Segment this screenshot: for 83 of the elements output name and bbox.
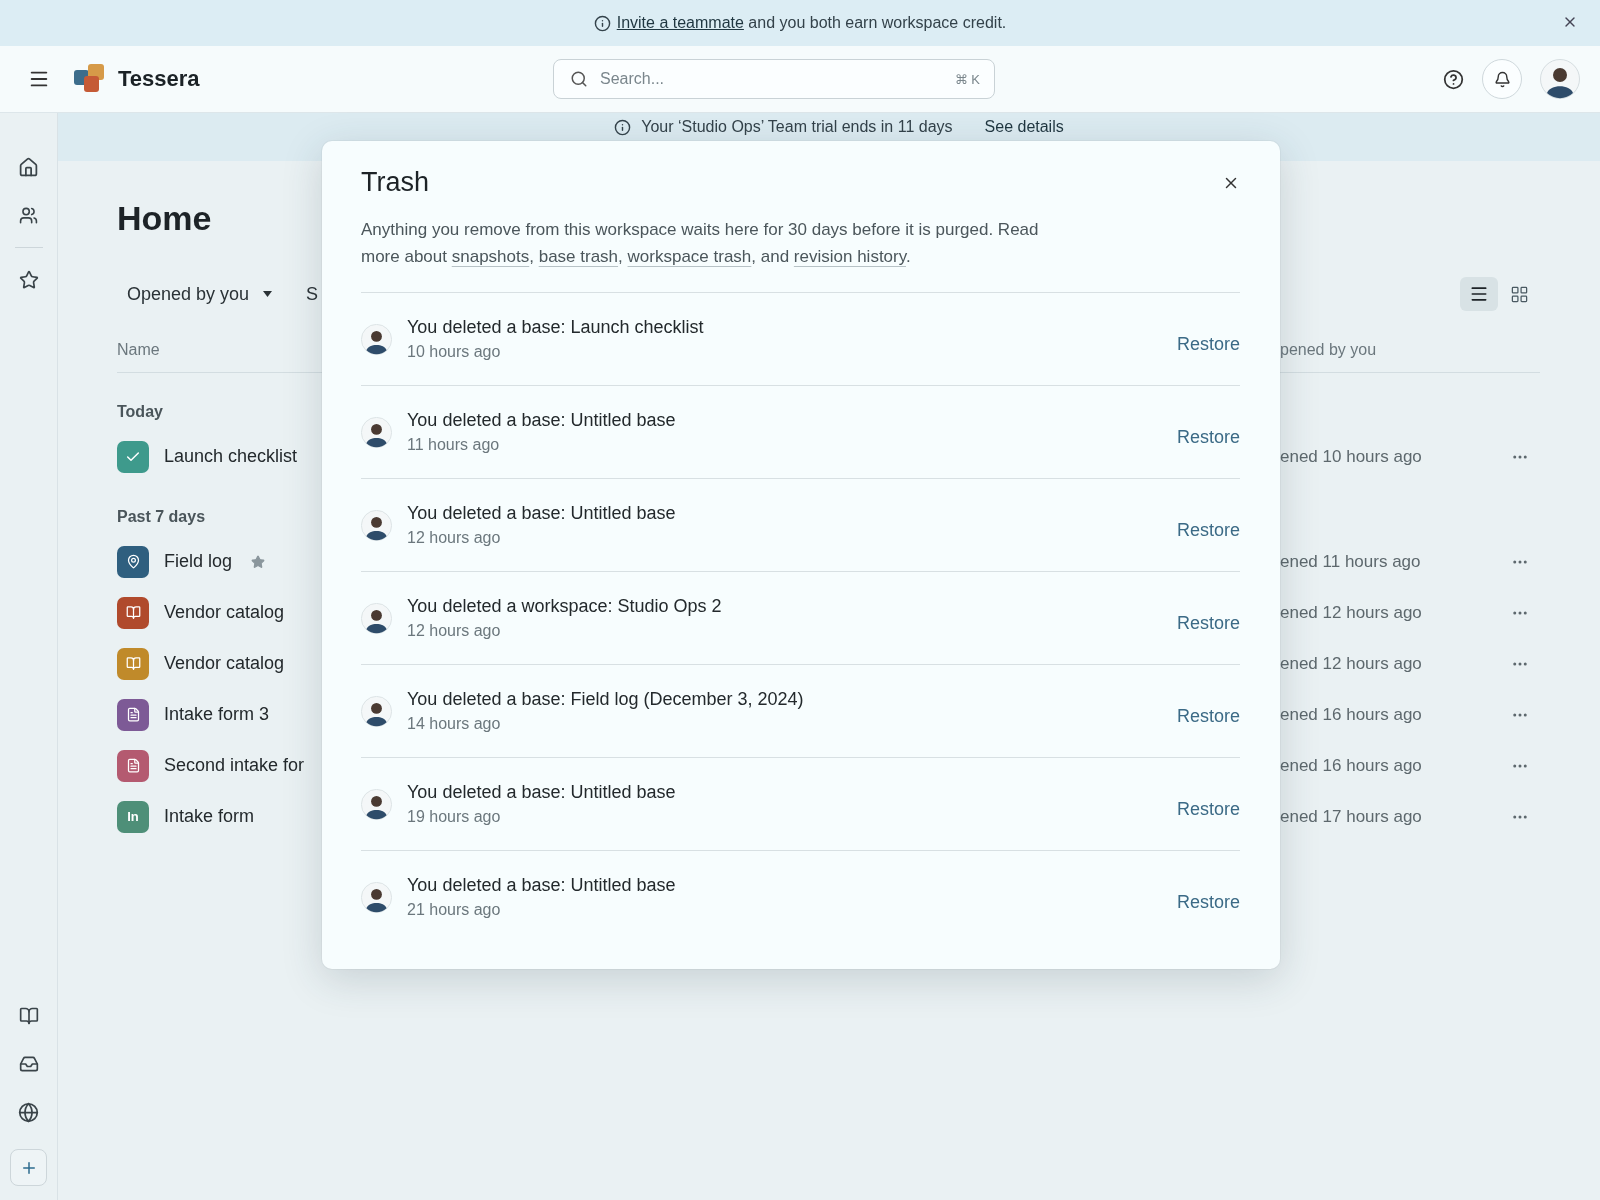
entry-time: 11 hours ago — [407, 436, 501, 454]
book-icon[interactable] — [18, 1006, 39, 1026]
item-name[interactable]: Intake form — [164, 806, 255, 827]
restore-button[interactable]: Restore — [1176, 333, 1240, 355]
people-icon[interactable] — [19, 206, 38, 225]
dialog-description: Anything you remove from this workspace waits here for 30 days before it is purged. Read more about snapshots, base trash, workspace trash, and revision history. — [361, 219, 1040, 268]
avatar — [361, 695, 392, 727]
see-details-link[interactable]: See details — [984, 118, 1064, 136]
entry-time: 12 hours ago — [407, 622, 502, 640]
entry-time: 12 hours ago — [407, 529, 502, 547]
avatar — [361, 323, 392, 355]
help-icon[interactable] — [1443, 68, 1464, 90]
shortcut-hint: ⌘ K — [954, 71, 980, 87]
inbox-icon[interactable] — [18, 1054, 39, 1074]
avatar — [361, 509, 392, 541]
column-header: Name — [117, 341, 161, 359]
entry-title: You deleted a base: Untitled base — [407, 410, 677, 431]
list-view-button[interactable] — [1460, 277, 1498, 311]
caret-icon — [263, 291, 273, 297]
entry-title: You deleted a base: Field log (December 3, 2024) — [407, 689, 805, 710]
search-field[interactable]: Search... ⌘ K — [553, 59, 995, 99]
home-icon[interactable] — [18, 157, 39, 178]
restore-button[interactable]: Restore — [1176, 798, 1240, 820]
last-opened: ened 11 hours ago — [1280, 551, 1422, 572]
last-opened: ened 12 hours ago — [1280, 653, 1423, 674]
add-button[interactable] — [10, 1149, 47, 1186]
star-icon[interactable] — [18, 270, 39, 290]
help-link[interactable]: revision history — [793, 247, 906, 266]
entry-title: You deleted a base: Untitled base — [407, 782, 677, 803]
item-name[interactable]: Launch checklist — [164, 446, 298, 467]
page-title: Home — [117, 199, 212, 238]
avatar — [361, 788, 392, 820]
restore-button[interactable]: Restore — [1176, 519, 1240, 541]
trial-text: Your ‘Studio Ops’ Team trial ends in 11 days — [641, 118, 953, 136]
dialog-title: Trash — [361, 167, 429, 198]
column-header: pened by you — [1280, 341, 1378, 359]
info-icon — [593, 14, 611, 32]
filter-dropdown[interactable]: S — [296, 283, 319, 305]
restore-button[interactable]: Restore — [1176, 612, 1240, 634]
avatar — [361, 416, 392, 448]
item-name[interactable]: Field log — [164, 551, 233, 572]
last-opened: ened 12 hours ago — [1280, 602, 1423, 623]
avatar — [361, 881, 392, 913]
announcement-text: Invite a teammate and you both earn workspace credit. — [616, 14, 1007, 32]
initials-badge: In — [117, 800, 149, 833]
last-opened: ened 16 hours ago — [1280, 704, 1423, 725]
entry-time: 14 hours ago — [407, 715, 502, 733]
help-link[interactable]: base trash — [538, 247, 619, 266]
list-icon — [1469, 284, 1489, 304]
globe-icon[interactable] — [18, 1102, 39, 1123]
entry-title: You deleted a base: Launch checklist — [407, 317, 705, 338]
grid-icon — [1509, 284, 1529, 304]
last-opened: ened 16 hours ago — [1280, 755, 1423, 776]
item-name[interactable]: Intake form 3 — [164, 704, 270, 725]
item-name[interactable]: Vendor catalog — [164, 602, 285, 623]
last-opened: ened 10 hours ago — [1280, 446, 1423, 467]
invite-link[interactable]: Invite a teammate — [616, 14, 744, 31]
item-name[interactable]: Second intake for — [164, 755, 305, 776]
entry-time: 21 hours ago — [407, 901, 502, 919]
restore-button[interactable]: Restore — [1176, 891, 1240, 913]
avatar — [1540, 59, 1580, 99]
restore-button[interactable]: Restore — [1176, 426, 1240, 448]
bell-icon — [1493, 70, 1511, 88]
last-opened: ened 17 hours ago — [1280, 806, 1423, 827]
app-name: Tessera — [118, 66, 200, 92]
help-link[interactable]: workspace trash — [627, 247, 752, 266]
group-label: Today — [117, 402, 163, 422]
entry-time: 19 hours ago — [407, 808, 502, 826]
help-link[interactable]: snapshots — [451, 247, 530, 266]
filter-dropdown[interactable]: Opened by you — [117, 283, 273, 305]
search-input[interactable]: Search... — [598, 69, 945, 89]
notifications-button[interactable] — [1482, 59, 1522, 99]
entry-time: 10 hours ago — [407, 343, 502, 361]
avatar — [361, 602, 392, 634]
group-label: Past 7 days — [117, 507, 206, 527]
info-icon — [614, 118, 632, 136]
entry-title: You deleted a base: Untitled base — [407, 875, 677, 896]
item-name[interactable]: Vendor catalog — [164, 653, 285, 674]
search-icon — [570, 70, 588, 88]
logo-icon — [74, 64, 106, 94]
restore-button[interactable]: Restore — [1176, 705, 1240, 727]
entry-title: You deleted a workspace: Studio Ops 2 — [407, 596, 723, 617]
entry-title: You deleted a base: Untitled base — [407, 503, 677, 524]
